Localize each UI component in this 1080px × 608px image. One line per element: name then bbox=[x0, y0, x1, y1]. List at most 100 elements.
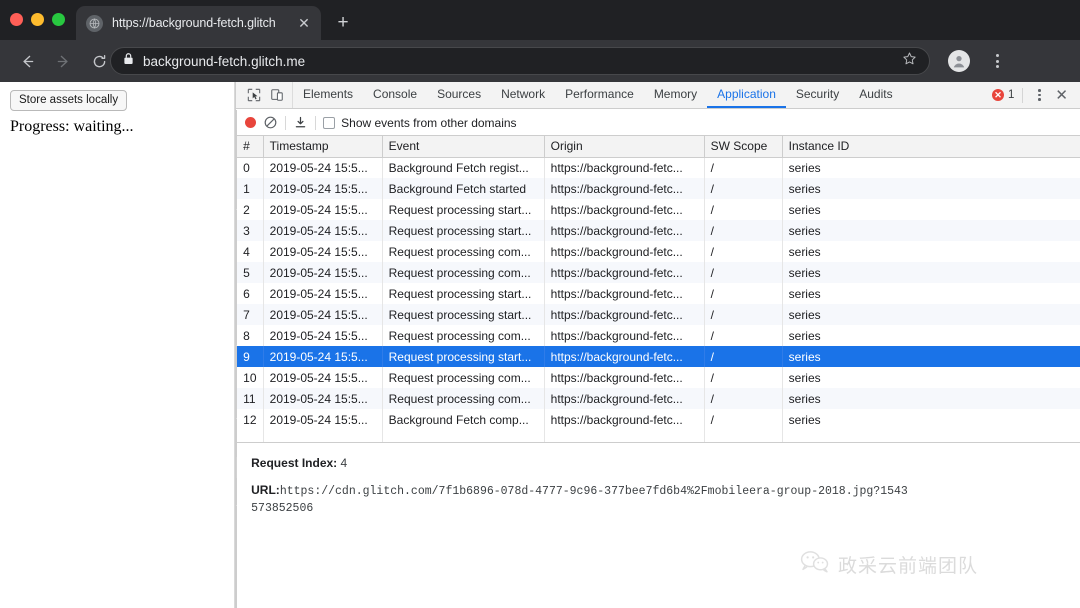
cell-timestamp: 2019-05-24 15:5... bbox=[263, 409, 383, 430]
table-row[interactable]: 3 2019-05-24 15:5... Request processing … bbox=[237, 220, 1080, 241]
table-row[interactable]: 7 2019-05-24 15:5... Request processing … bbox=[237, 304, 1080, 325]
events-table: # Timestamp Event Origin SW Scope Instan… bbox=[237, 136, 1080, 442]
cell-timestamp: 2019-05-24 15:5... bbox=[263, 262, 383, 283]
cell-origin: https://background-fetc... bbox=[544, 304, 705, 325]
address-bar[interactable]: background-fetch.glitch.me bbox=[110, 47, 930, 75]
table-row[interactable]: 12 2019-05-24 15:5... Background Fetch c… bbox=[237, 409, 1080, 430]
recorder-toolbar: Show events from other domains bbox=[237, 110, 1080, 136]
url-value-line1: https://cdn.glitch.com/7f1b6896-078d-477… bbox=[279, 485, 908, 499]
web-page-viewport: Store assets locally Progress: waiting..… bbox=[0, 82, 235, 608]
column-header-timestamp[interactable]: Timestamp bbox=[263, 136, 383, 158]
inspect-element-icon[interactable] bbox=[245, 87, 262, 104]
cell-sw-scope: / bbox=[704, 388, 783, 409]
cell-instance-id: series bbox=[782, 304, 1080, 325]
table-row[interactable]: 2 2019-05-24 15:5... Request processing … bbox=[237, 199, 1080, 220]
lock-icon bbox=[123, 52, 134, 70]
cell-index: 0 bbox=[237, 157, 264, 178]
browser-tab-title: https://background-fetch.glitch bbox=[112, 16, 276, 30]
table-row[interactable]: 8 2019-05-24 15:5... Request processing … bbox=[237, 325, 1080, 346]
column-header-index[interactable]: # bbox=[237, 136, 264, 158]
cell-instance-id: series bbox=[782, 178, 1080, 199]
arrow-right-icon[interactable] bbox=[48, 46, 78, 76]
show-other-domains-checkbox[interactable]: Show events from other domains bbox=[323, 116, 517, 130]
events-table-container[interactable]: # Timestamp Event Origin SW Scope Instan… bbox=[237, 136, 1080, 442]
browser-toolbar: background-fetch.glitch.me bbox=[0, 40, 1080, 82]
cell-index: 7 bbox=[237, 304, 264, 325]
cell-timestamp: 2019-05-24 15:5... bbox=[263, 178, 383, 199]
cell-timestamp: 2019-05-24 15:5... bbox=[263, 157, 383, 178]
new-tab-button[interactable]: + bbox=[332, 12, 354, 34]
cell-timestamp: 2019-05-24 15:5... bbox=[263, 388, 383, 409]
table-row[interactable]: 5 2019-05-24 15:5... Request processing … bbox=[237, 262, 1080, 283]
tab-memory[interactable]: Memory bbox=[644, 82, 707, 108]
cell-instance-id: series bbox=[782, 388, 1080, 409]
clear-prohibited-icon[interactable] bbox=[263, 115, 278, 130]
table-row[interactable]: 11 2019-05-24 15:5... Request processing… bbox=[237, 388, 1080, 409]
star-icon[interactable] bbox=[902, 51, 917, 71]
table-row-selected[interactable]: 9 2019-05-24 15:5... Request processing … bbox=[237, 346, 1080, 367]
cell-index: 3 bbox=[237, 220, 264, 241]
column-header-event[interactable]: Event bbox=[382, 136, 545, 158]
divider bbox=[1022, 87, 1024, 103]
cell-timestamp: 2019-05-24 15:5... bbox=[263, 283, 383, 304]
table-row[interactable]: 6 2019-05-24 15:5... Request processing … bbox=[237, 283, 1080, 304]
table-row[interactable]: 0 2019-05-24 15:5... Background Fetch re… bbox=[237, 157, 1080, 178]
tab-sources[interactable]: Sources bbox=[427, 82, 491, 108]
error-count-badge[interactable]: ✕ 1 bbox=[992, 89, 1014, 101]
url-row: URL:https://cdn.glitch.com/7f1b6896-078d… bbox=[251, 482, 1067, 517]
cell-sw-scope: / bbox=[704, 367, 783, 388]
cell-index: 12 bbox=[237, 409, 264, 430]
cell-sw-scope: / bbox=[704, 178, 783, 199]
tab-application[interactable]: Application bbox=[707, 82, 786, 108]
table-row[interactable]: 1 2019-05-24 15:5... Background Fetch st… bbox=[237, 178, 1080, 199]
event-detail-panel: Request Index: 4 URL:https://cdn.glitch.… bbox=[237, 442, 1080, 608]
cell-timestamp: 2019-05-24 15:5... bbox=[263, 367, 383, 388]
column-header-origin[interactable]: Origin bbox=[544, 136, 705, 158]
arrow-left-icon[interactable] bbox=[12, 46, 42, 76]
maximize-window-button[interactable] bbox=[52, 13, 65, 26]
tab-security[interactable]: Security bbox=[786, 82, 849, 108]
cell-timestamp: 2019-05-24 15:5... bbox=[263, 325, 383, 346]
cell-event: Background Fetch comp... bbox=[382, 409, 545, 430]
cell-instance-id: series bbox=[782, 262, 1080, 283]
cell-sw-scope: / bbox=[704, 199, 783, 220]
divider bbox=[315, 115, 317, 130]
browser-tab[interactable]: https://background-fetch.glitch ✕ bbox=[76, 6, 321, 40]
kebab-menu-icon[interactable] bbox=[1031, 89, 1047, 101]
column-header-instance-id[interactable]: Instance ID bbox=[782, 136, 1080, 158]
cell-instance-id: series bbox=[782, 409, 1080, 430]
cell-sw-scope: / bbox=[704, 283, 783, 304]
table-row[interactable]: 10 2019-05-24 15:5... Request processing… bbox=[237, 367, 1080, 388]
record-circle-icon[interactable] bbox=[245, 117, 257, 128]
cell-origin: https://background-fetc... bbox=[544, 409, 705, 430]
tab-audits[interactable]: Audits bbox=[849, 82, 902, 108]
close-icon[interactable]: ✕ bbox=[295, 14, 313, 32]
close-window-button[interactable] bbox=[10, 13, 23, 26]
error-count: 1 bbox=[1008, 89, 1015, 101]
cell-instance-id: series bbox=[782, 199, 1080, 220]
column-header-sw-scope[interactable]: SW Scope bbox=[704, 136, 783, 158]
cell-timestamp: 2019-05-24 15:5... bbox=[263, 220, 383, 241]
events-table-body: 0 2019-05-24 15:5... Background Fetch re… bbox=[237, 157, 1080, 442]
request-index-row: Request Index: 4 bbox=[251, 455, 1067, 472]
device-toolbar-icon[interactable] bbox=[268, 87, 285, 104]
tab-elements[interactable]: Elements bbox=[293, 82, 363, 108]
close-icon[interactable]: ✕ bbox=[1051, 88, 1072, 103]
cell-index: 1 bbox=[237, 178, 264, 199]
tab-performance[interactable]: Performance bbox=[555, 82, 644, 108]
checkbox-box[interactable] bbox=[323, 116, 336, 129]
cell-event: Request processing com... bbox=[382, 388, 545, 409]
cell-sw-scope: / bbox=[704, 304, 783, 325]
background-fetch-view: Show events from other domains # Timesta… bbox=[237, 110, 1080, 608]
store-assets-locally-button[interactable]: Store assets locally bbox=[10, 90, 128, 111]
tab-network[interactable]: Network bbox=[491, 82, 555, 108]
profile-avatar-icon[interactable] bbox=[948, 50, 970, 72]
cell-event: Request processing com... bbox=[382, 241, 545, 262]
table-row[interactable]: 4 2019-05-24 15:5... Request processing … bbox=[237, 241, 1080, 262]
cell-index: 8 bbox=[237, 325, 264, 346]
kebab-menu-icon[interactable] bbox=[986, 50, 1008, 72]
tab-console[interactable]: Console bbox=[363, 82, 427, 108]
minimize-window-button[interactable] bbox=[31, 13, 44, 26]
cell-event: Request processing start... bbox=[382, 283, 545, 304]
download-icon[interactable] bbox=[293, 115, 308, 130]
